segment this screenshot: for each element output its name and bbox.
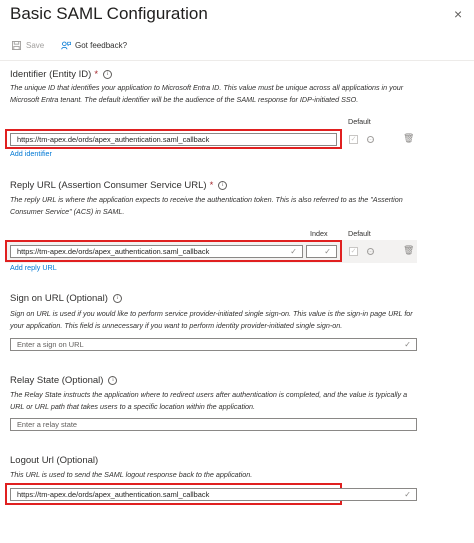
relay-state-placeholder: Enter a relay state: [17, 420, 77, 429]
feedback-label: Got feedback?: [75, 41, 128, 50]
save-label: Save: [26, 41, 45, 50]
sign-on-placeholder: Enter a sign on URL: [17, 340, 84, 349]
reply-url-description: The reply URL is where the application e…: [10, 195, 403, 216]
check-icon: ✓: [290, 247, 297, 256]
delete-icon[interactable]: 🗑: [403, 245, 414, 256]
relay-state-description: The Relay State instructs the applicatio…: [10, 390, 408, 411]
reply-url-value: https://tm-apex.de/ords/apex_authenticat…: [17, 247, 210, 256]
check-icon: ✓: [324, 247, 331, 256]
save-icon: [12, 41, 21, 50]
check-icon: ✓: [404, 490, 411, 499]
sign-on-description: Sign on URL is used if you would like to…: [10, 309, 413, 330]
page-title: Basic SAML Configuration: [10, 4, 208, 23]
reply-url-default-header: Default: [348, 229, 371, 238]
identifier-description: The unique ID that identifies your appli…: [10, 83, 404, 104]
info-circle-icon: …: [367, 136, 374, 143]
identifier-title: Identifier (Entity ID): [10, 69, 92, 80]
required-mark: *: [209, 180, 214, 191]
toolbar-divider: [0, 60, 474, 61]
logout-section-title: Logout Url (Optional): [10, 455, 98, 466]
reply-url-default-checkbox[interactable]: ✓: [349, 247, 358, 256]
reply-url-index-header: Index: [310, 229, 328, 238]
logout-value: https://tm-apex.de/ords/apex_authenticat…: [17, 490, 210, 499]
save-button[interactable]: Save: [12, 41, 44, 50]
reply-url-index-input[interactable]: ✓: [306, 245, 337, 258]
relay-state-section-title: Relay State (Optional) i: [10, 375, 118, 386]
sign-on-section-title: Sign on URL (Optional) i: [10, 293, 122, 304]
add-identifier-link[interactable]: Add identifier: [10, 149, 52, 158]
relay-state-title: Relay State (Optional): [10, 375, 104, 386]
required-mark: *: [94, 69, 99, 80]
logout-url-input[interactable]: https://tm-apex.de/ords/apex_authenticat…: [10, 488, 417, 501]
logout-description: This URL is used to send the SAML logout…: [10, 470, 253, 479]
reply-url-section-title: Reply URL (Assertion Consumer Service UR…: [10, 180, 228, 191]
identifier-section-title: Identifier (Entity ID) * i: [10, 69, 113, 80]
identifier-default-checkbox[interactable]: ✓: [349, 135, 358, 144]
info-icon[interactable]: i: [218, 181, 228, 190]
add-reply-url-link[interactable]: Add reply URL: [10, 263, 57, 272]
reply-url-title: Reply URL (Assertion Consumer Service UR…: [10, 180, 207, 191]
delete-icon[interactable]: 🗑: [403, 133, 414, 144]
reply-url-input[interactable]: https://tm-apex.de/ords/apex_authenticat…: [10, 245, 303, 258]
close-icon[interactable]: ×: [454, 6, 462, 22]
sign-on-url-input[interactable]: Enter a sign on URL ✓: [10, 338, 417, 351]
check-icon: ✓: [404, 340, 411, 349]
identifier-value: https://tm-apex.de/ords/apex_authenticat…: [17, 135, 210, 144]
identifier-default-header: Default: [348, 117, 371, 126]
feedback-icon: [61, 41, 71, 50]
info-icon[interactable]: i: [108, 376, 118, 385]
logout-title: Logout Url (Optional): [10, 455, 99, 466]
info-circle-icon: …: [367, 248, 374, 255]
feedback-button[interactable]: Got feedback?: [61, 41, 127, 50]
sign-on-title: Sign on URL (Optional): [10, 293, 108, 304]
identifier-input[interactable]: https://tm-apex.de/ords/apex_authenticat…: [10, 133, 337, 146]
relay-state-input[interactable]: Enter a relay state: [10, 418, 417, 431]
info-icon[interactable]: i: [103, 70, 113, 79]
info-icon[interactable]: i: [112, 294, 122, 303]
